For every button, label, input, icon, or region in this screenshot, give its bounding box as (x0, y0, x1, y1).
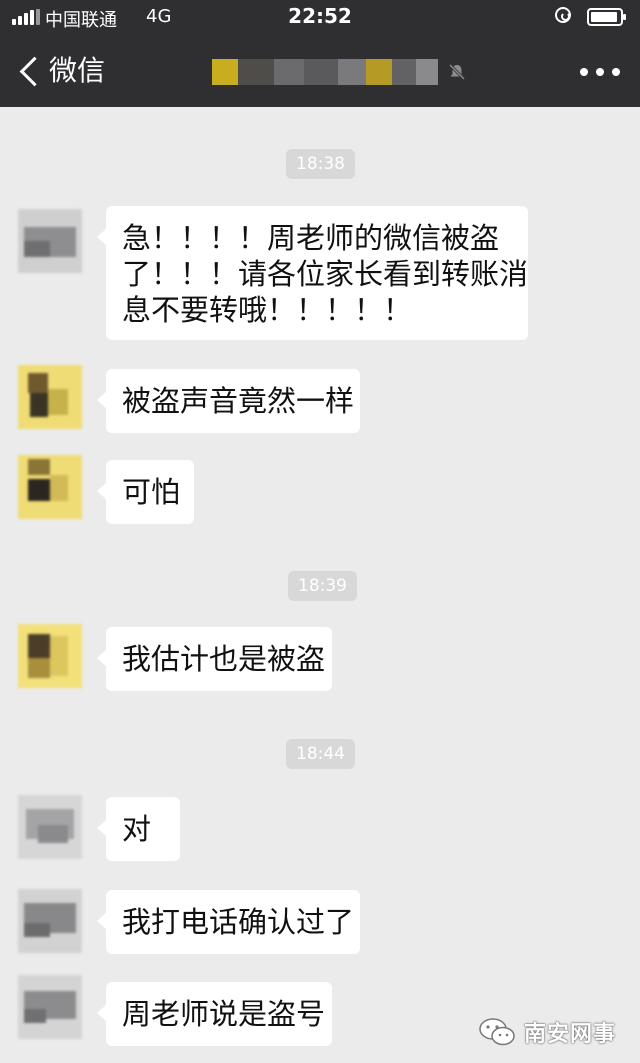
message-text: 对 (122, 812, 152, 846)
chat-title-pixelated (212, 52, 438, 92)
more-options-button[interactable] (580, 68, 620, 78)
message-bubble[interactable]: 可怕 (97, 460, 194, 524)
sender-avatar[interactable] (18, 209, 82, 273)
sender-avatar[interactable] (18, 889, 82, 953)
message-text: 可怕 (122, 475, 181, 509)
message-bubble[interactable]: 对 (97, 797, 180, 861)
message-text: 我打电话确认过了 (122, 905, 355, 939)
battery-icon (587, 8, 626, 26)
back-label: 微信 (49, 54, 106, 87)
sender-avatar[interactable] (18, 975, 82, 1039)
message-bubble[interactable]: 周老师说是盗号 (97, 982, 332, 1046)
mute-icon (448, 63, 466, 81)
sender-avatar[interactable] (18, 624, 82, 688)
message-text: 被盗声音竟然一样 (122, 384, 355, 418)
sender-avatar[interactable] (18, 795, 82, 859)
message-bubble[interactable]: 我估计也是被盗 (97, 627, 332, 691)
status-bar: 中国联通 4G 22:52 (0, 0, 640, 36)
message-bubble[interactable]: 急！！！！周老师的微信被盗 了！！！请各位家长看到转账消 息不要转哦！！！！！ (97, 206, 529, 340)
chevron-left-icon (19, 56, 50, 86)
timestamp: 18:39 (288, 571, 357, 601)
sender-avatar[interactable] (18, 365, 82, 429)
sender-avatar[interactable] (18, 455, 82, 519)
back-button[interactable]: 微信 (14, 50, 105, 92)
timestamp: 18:38 (286, 149, 355, 179)
watermark: 南安网事 (478, 1012, 638, 1052)
dot-icon (580, 68, 588, 76)
timestamp: 18:44 (286, 739, 355, 769)
dot-icon (612, 68, 620, 76)
orientation-lock-icon (555, 7, 571, 23)
watermark-text: 南安网事 (524, 1022, 617, 1047)
message-text: 急！！！！周老师的微信被盗 (122, 221, 500, 255)
message-bubble[interactable]: 我打电话确认过了 (97, 890, 360, 954)
message-bubble[interactable]: 被盗声音竟然一样 (97, 369, 360, 433)
clock: 22:52 (288, 4, 352, 28)
top-bar: 中国联通 4G 22:52 微信 (0, 0, 640, 107)
message-text: 我估计也是被盗 (122, 642, 326, 676)
message-text: 周老师说是盗号 (122, 997, 326, 1031)
message-text: 了！！！请各位家长看到转账消 (122, 257, 529, 291)
chat-area[interactable]: 18:38 急！！！！周老师的微信被盗 了！！！请各位家长看到转账消 息不要转哦… (0, 107, 640, 1063)
navigation-bar: 微信 (0, 36, 640, 107)
wechat-logo-icon (479, 1018, 515, 1046)
message-text: 息不要转哦！！！！！ (122, 293, 413, 327)
dot-icon (596, 68, 604, 76)
